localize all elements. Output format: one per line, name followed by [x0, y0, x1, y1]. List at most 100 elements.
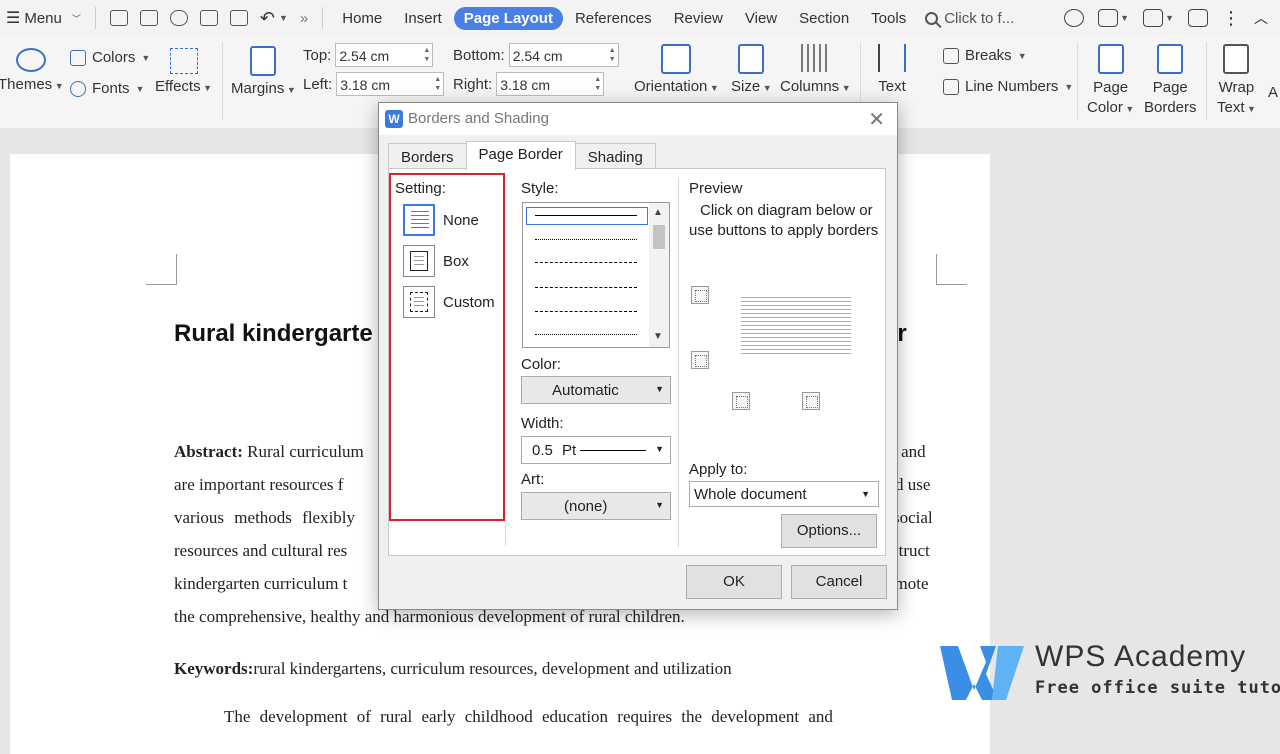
orientation-button[interactable]: Orientation ▼ [634, 44, 719, 95]
text-line[interactable]: kindergarten curriculum t [174, 574, 347, 594]
color-label: Color: [521, 356, 562, 373]
tab-page-layout[interactable]: Page Layout [453, 6, 563, 30]
left-margin-input[interactable]: 3.18 cm ▲ ▼ [336, 72, 445, 96]
undo-button[interactable]: ↶ ▼ [254, 0, 294, 36]
spinner-icon[interactable]: ▲ ▼ [609, 46, 616, 64]
text-line[interactable]: various methods flexibly [174, 508, 355, 528]
menu-button[interactable]: ☰ Menu ﹀ [0, 0, 87, 36]
colors-button[interactable]: Colors ▼ [70, 49, 150, 66]
text-line[interactable]: are important resources f [174, 475, 343, 495]
margins-label: Margins [231, 80, 285, 97]
cancel-button[interactable]: Cancel [791, 565, 887, 599]
themes-button[interactable]: Themes ▼ [0, 48, 64, 93]
art-dropdown[interactable]: (none) ▼ [521, 492, 671, 520]
more-options-icon[interactable]: ⋮ [1222, 8, 1240, 29]
chevron-down-icon: ▼ [1120, 13, 1130, 23]
abstract-line[interactable]: Abstract: Rural curriculum [174, 442, 364, 462]
text-line[interactable]: The development of rural early childhood… [224, 707, 833, 727]
page-color-button[interactable]: Page Color ▼ [1087, 44, 1134, 119]
text-line-end[interactable]: social [893, 508, 933, 528]
collapse-ribbon-icon[interactable]: ︿ [1254, 8, 1268, 28]
style-dash-dot[interactable] [535, 311, 637, 312]
wrap-text-button[interactable]: Wrap Text ▼ [1217, 44, 1256, 119]
share-button[interactable]: ▼ [1098, 0, 1129, 36]
tab-page-border[interactable]: Page Border [465, 141, 576, 170]
style-scrollbar[interactable]: ▲ ▼ [649, 203, 669, 347]
fonts-button[interactable]: Fonts ▼ [70, 80, 144, 97]
effects-icon [169, 48, 198, 74]
tab-view[interactable]: View [735, 7, 787, 30]
tab-shading[interactable]: Shading [574, 143, 656, 170]
setting-custom[interactable]: Custom [403, 286, 495, 318]
scroll-down-icon[interactable]: ▼ [653, 331, 663, 342]
breaks-button[interactable]: Breaks ▼ [943, 47, 1027, 64]
tab-insert[interactable]: Insert [394, 7, 452, 30]
right-margin-value: 3.18 cm [500, 77, 550, 93]
setting-box[interactable]: Box [403, 245, 469, 277]
align-button[interactable]: A [1268, 84, 1278, 101]
more-button[interactable]: » [294, 0, 314, 36]
line-numbers-button[interactable]: Line Numbers ▼ [943, 78, 1073, 95]
spinner-icon[interactable]: ▲ ▼ [423, 46, 430, 64]
document-title[interactable]: Rural kindergarte [174, 320, 373, 348]
bottom-border-button[interactable] [691, 351, 709, 369]
scroll-thumb[interactable] [653, 225, 665, 249]
divider [678, 177, 679, 547]
style-dashed[interactable] [535, 287, 637, 288]
spinner-icon[interactable]: ▲ ▼ [434, 75, 441, 93]
cloud-button[interactable]: ▼ [1143, 0, 1174, 36]
tab-tools[interactable]: Tools [861, 7, 916, 30]
text-line[interactable]: resources and cultural res [174, 541, 347, 561]
fonts-icon [70, 80, 86, 97]
right-margin-input[interactable]: 3.18 cm ▲ ▼ [496, 72, 605, 96]
width-dropdown[interactable]: 0.5 Pt ▼ [521, 436, 671, 464]
add-user-icon[interactable] [1064, 9, 1085, 27]
preview-diagram[interactable] [741, 297, 851, 357]
top-margin-input[interactable]: 2.54 cm ▲ ▼ [335, 43, 434, 67]
style-listbox[interactable]: ▲ ▼ [522, 202, 670, 348]
margins-button[interactable]: Margins ▼ [231, 46, 296, 97]
columns-button[interactable]: Columns ▼ [780, 44, 851, 95]
text-line[interactable]: the comprehensive, healthy and harmoniou… [174, 607, 685, 627]
style-dotted[interactable] [535, 239, 637, 240]
text-line-end[interactable]: d use [895, 475, 930, 495]
format-painter-button[interactable] [164, 0, 194, 36]
text-direction-button[interactable]: Text [878, 44, 906, 95]
right-border-button[interactable] [802, 392, 820, 410]
comment-icon[interactable] [1188, 9, 1208, 27]
scroll-up-icon[interactable]: ▲ [653, 207, 663, 218]
width-label: Width: [521, 415, 564, 432]
apply-to-label: Apply to: [689, 461, 748, 478]
close-icon[interactable]: ✕ [868, 107, 885, 132]
bottom-margin-input[interactable]: 2.54 cm ▲ ▼ [508, 43, 619, 67]
options-button[interactable]: Options... [781, 514, 877, 548]
chevron-down-icon: ▼ [200, 83, 213, 93]
effects-button[interactable]: Effects ▼ [155, 48, 212, 95]
margins-icon [250, 46, 277, 76]
keywords-line[interactable]: Keywords:rural kindergartens, curriculum… [174, 659, 732, 679]
tab-borders[interactable]: Borders [388, 143, 467, 170]
style-fine-dashed[interactable] [535, 262, 637, 263]
save-button[interactable] [134, 0, 164, 36]
spinner-icon[interactable]: ▲ ▼ [594, 75, 601, 93]
style-solid[interactable] [535, 215, 637, 216]
apply-to-dropdown[interactable]: Whole document ▼ [689, 481, 879, 507]
print-button[interactable] [194, 0, 224, 36]
left-border-button[interactable] [732, 392, 750, 410]
tab-references[interactable]: References [565, 7, 662, 30]
tab-home[interactable]: Home [332, 7, 392, 30]
page-borders-button[interactable]: Page Borders [1144, 44, 1197, 118]
top-border-button[interactable] [691, 286, 709, 304]
setting-none[interactable]: None [403, 204, 479, 236]
style-dash-dot-dot[interactable] [535, 334, 637, 335]
tab-review[interactable]: Review [664, 7, 733, 30]
ok-button[interactable]: OK [686, 565, 782, 599]
dialog-titlebar[interactable]: W Borders and Shading ✕ [379, 103, 897, 135]
print-preview-button[interactable] [224, 0, 254, 36]
search-box[interactable]: Click to f... [925, 10, 1014, 27]
open-button[interactable] [104, 0, 134, 36]
separator [222, 42, 223, 120]
color-dropdown[interactable]: Automatic ▼ [521, 376, 671, 404]
size-button[interactable]: Size ▼ [731, 44, 772, 95]
tab-section[interactable]: Section [789, 7, 859, 30]
